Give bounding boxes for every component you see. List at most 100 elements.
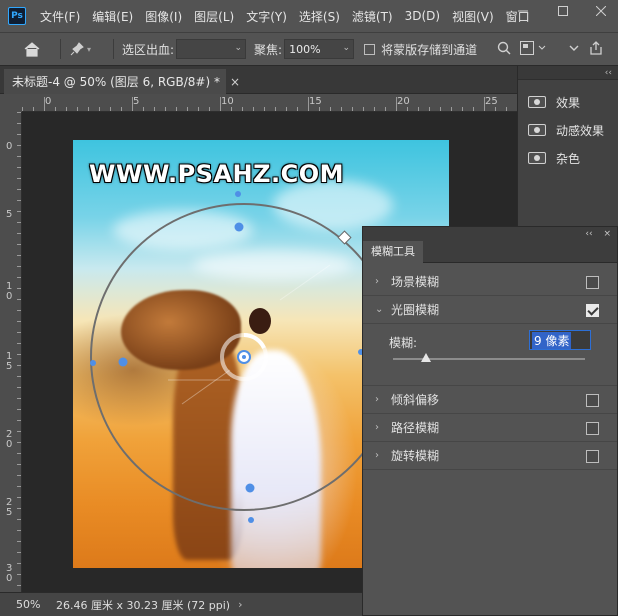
blur-section-path[interactable]: › 路径模糊 <box>363 414 617 442</box>
panel-collapse-icon[interactable]: ‹‹ <box>585 229 592 239</box>
ruler-label: 5 <box>133 96 140 107</box>
minimize-icon[interactable] <box>508 0 538 22</box>
ruler-tick <box>17 288 21 289</box>
chevron-right-icon[interactable]: › <box>375 394 385 405</box>
ruler-tick <box>17 145 21 146</box>
ruler-tick <box>17 442 21 443</box>
effects-item-label: 杂色 <box>556 151 581 166</box>
ruler-tick <box>17 365 21 366</box>
focus-label: 聚焦: <box>254 42 283 57</box>
panel-collapse-icon[interactable]: ‹‹ <box>518 66 618 80</box>
pin-icon[interactable]: ▾ <box>69 41 105 57</box>
zoom-level[interactable]: 50% <box>0 598 46 611</box>
ruler-tick <box>176 107 177 111</box>
ruler-tick <box>17 552 21 553</box>
blur-section-label: 光圈模糊 <box>391 303 440 317</box>
ruler-label: 3 0 <box>6 563 13 584</box>
tab-blur-tools[interactable]: 模糊工具 <box>363 241 423 263</box>
menu-select[interactable]: 选择(S) <box>299 8 340 25</box>
eye-icon[interactable] <box>528 152 546 164</box>
search-icon[interactable] <box>497 41 511 58</box>
ruler-tick <box>242 107 243 111</box>
ruler-tick <box>17 299 21 300</box>
home-icon[interactable] <box>12 41 52 57</box>
ruler-label: 0 <box>45 96 52 107</box>
chevron-right-icon[interactable]: › <box>375 422 385 433</box>
ruler-tick <box>286 107 287 111</box>
field-blur-checkbox[interactable] <box>586 276 599 289</box>
menu-image[interactable]: 图像(I) <box>145 8 182 25</box>
ruler-tick <box>231 107 232 111</box>
chevron-right-icon[interactable]: › <box>375 450 385 461</box>
ruler-tick <box>17 585 21 586</box>
path-blur-checkbox[interactable] <box>586 422 599 435</box>
effects-item-effect[interactable]: 效果 <box>518 88 618 116</box>
workspace-icon[interactable] <box>520 41 548 58</box>
ruler-tick <box>17 387 21 388</box>
blur-section-iris[interactable]: ⌄ 光圈模糊 <box>363 296 617 324</box>
menu-layer[interactable]: 图层(L) <box>194 8 234 25</box>
document-info[interactable]: 26.46 厘米 x 30.23 厘米 (72 ppi) <box>46 597 230 613</box>
ruler-label: 1 5 <box>6 351 13 372</box>
ruler-tick <box>88 107 89 111</box>
horizontal-ruler[interactable]: 0 5 10 15 20 25 <box>22 94 517 112</box>
effects-item-label: 动感效果 <box>556 123 605 138</box>
eye-icon[interactable] <box>528 96 546 108</box>
options-chevron-icon[interactable] <box>568 41 580 58</box>
close-icon[interactable]: × <box>230 75 240 89</box>
blur-section-tilt-shift[interactable]: › 倾斜偏移 <box>363 386 617 414</box>
effects-item-noise[interactable]: 杂色 <box>518 144 618 172</box>
ruler-tick <box>17 519 21 520</box>
ruler-tick <box>297 107 298 111</box>
document-tab[interactable]: 未标题-4 @ 50% (图层 6, RGB/8#) * × <box>4 69 240 94</box>
ruler-label: 10 <box>221 96 234 107</box>
blur-tools-panel: ‹‹ × 模糊工具 › 场景模糊 ⌄ 光圈模糊 模糊: 9 像素 › 倾斜偏移 … <box>362 226 618 616</box>
save-mask-checkbox[interactable] <box>364 43 376 55</box>
ruler-tick <box>17 123 21 124</box>
close-icon[interactable]: × <box>603 229 611 239</box>
menu-file[interactable]: 文件(F) <box>40 8 80 25</box>
chevron-down-icon[interactable]: ⌄ <box>375 304 385 315</box>
maximize-icon[interactable] <box>548 0 578 22</box>
effects-item-label: 效果 <box>556 95 581 110</box>
ruler-tick <box>17 189 21 190</box>
blur-amount-label: 模糊: <box>389 336 418 350</box>
chevron-right-icon[interactable]: › <box>375 276 385 287</box>
menu-3d[interactable]: 3D(D) <box>405 9 440 23</box>
iris-blur-checkbox[interactable] <box>586 304 599 317</box>
spin-blur-checkbox[interactable] <box>586 450 599 463</box>
blur-amount-slider-thumb[interactable] <box>420 353 431 362</box>
ruler-tick <box>17 277 21 278</box>
ruler-label: 2 0 <box>6 429 13 450</box>
close-window-icon[interactable] <box>586 0 616 22</box>
blur-section-spin[interactable]: › 旋转模糊 <box>363 442 617 470</box>
menu-view[interactable]: 视图(V) <box>452 8 494 25</box>
ruler-corner <box>0 94 22 112</box>
chevron-down-icon: ⌄ <box>342 43 351 53</box>
focus-dropdown[interactable]: 100% ⌄ <box>284 39 355 59</box>
blur-amount-input[interactable]: 9 像素 <box>529 330 591 350</box>
ruler-label: 20 <box>397 96 410 107</box>
chevron-down-icon: ⌄ <box>234 43 243 53</box>
share-icon[interactable] <box>588 40 604 59</box>
chevron-right-icon[interactable]: › <box>238 598 242 611</box>
ruler-tick <box>429 107 430 111</box>
focus-value: 100% <box>289 42 321 56</box>
effects-item-motion[interactable]: 动感效果 <box>518 116 618 144</box>
document-tab-bar: 未标题-4 @ 50% (图层 6, RGB/8#) * × <box>0 66 517 94</box>
photoshop-logo[interactable]: Ps <box>8 7 26 25</box>
eye-icon[interactable] <box>528 124 546 136</box>
ruler-tick <box>17 453 21 454</box>
menu-type[interactable]: 文字(Y) <box>246 8 287 25</box>
blur-panel-titlebar: ‹‹ × <box>363 227 617 241</box>
blur-section-field[interactable]: › 场景模糊 <box>363 268 617 296</box>
ruler-tick <box>17 497 21 498</box>
tilt-shift-checkbox[interactable] <box>586 394 599 407</box>
bleed-dropdown[interactable]: ⌄ <box>176 39 247 59</box>
menu-filter[interactable]: 滤镜(T) <box>352 8 393 25</box>
ruler-tick <box>198 107 199 111</box>
ruler-tick <box>275 107 276 111</box>
vertical-ruler[interactable]: 0 5 1 0 1 5 2 0 2 5 3 0 <box>0 112 22 592</box>
menu-edit[interactable]: 编辑(E) <box>92 8 133 25</box>
watermark-text: WWW.PSAHZ.COM <box>89 160 345 188</box>
